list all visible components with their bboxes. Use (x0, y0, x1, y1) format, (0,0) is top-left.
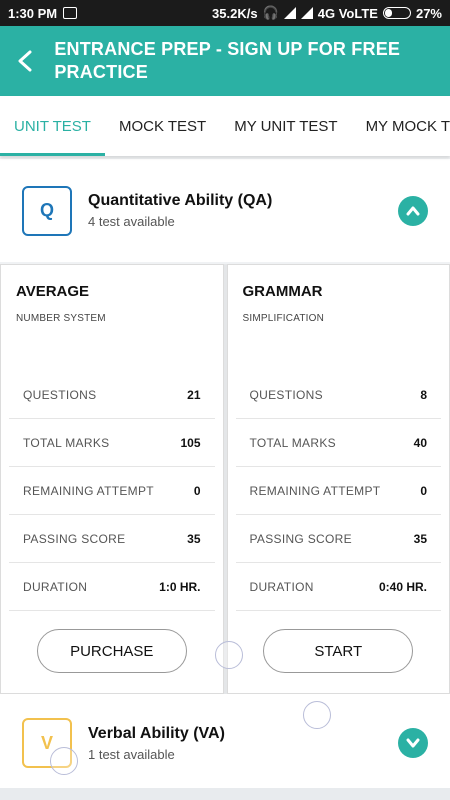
stat-value: 35 (413, 531, 427, 546)
stat-label: REMAINING ATTEMPT (23, 483, 154, 498)
stat-row: TOTAL MARKS 40 (235, 419, 441, 467)
page-title: ENTRANCE PREP - SIGN UP FOR FREE PRACTIC… (54, 39, 401, 82)
subject-badge: Q (22, 185, 72, 236)
app-bar: ENTRANCE PREP - SIGN UP FOR FREE PRACTIC… (0, 26, 450, 96)
stat-label: PASSING SCORE (23, 531, 126, 546)
signal-icon (283, 7, 296, 19)
status-network: 4G VoLTE (317, 5, 378, 21)
subject-header-va[interactable]: V Verbal Ability (VA) 1 test available (0, 694, 450, 792)
stat-value: 0 (193, 483, 201, 498)
chevron-up-icon (406, 206, 420, 215)
touch-indicator (215, 641, 243, 669)
stat-label: QUESTIONS (23, 387, 97, 402)
collapse-toggle[interactable] (398, 195, 428, 226)
tab-my-mock-test[interactable]: MY MOCK TEST (352, 96, 450, 156)
test-title: AVERAGE (16, 283, 90, 300)
cloud-notification-icon (63, 7, 78, 19)
tab-mock-test[interactable]: MOCK TEST (105, 96, 220, 156)
subject-name: Quantitative Ability (QA) (88, 192, 273, 209)
battery-icon (382, 7, 411, 19)
bottom-divider (0, 788, 450, 800)
stat-row: DURATION 0:40 HR. (235, 563, 441, 611)
touch-indicator (50, 747, 78, 775)
signal-icon-2 (300, 7, 313, 19)
start-button[interactable]: START (263, 629, 414, 673)
subject-test-count: 4 test available (88, 214, 175, 229)
stat-value: 105 (180, 435, 201, 450)
test-title: GRAMMAR (242, 283, 323, 300)
test-topic: NUMBER SYSTEM (16, 313, 106, 324)
touch-indicator (303, 701, 331, 729)
stat-row: TOTAL MARKS 105 (9, 419, 215, 467)
stat-label: REMAINING ATTEMPT (249, 483, 381, 498)
stat-value: 21 (187, 387, 201, 402)
stat-value: 1:0 HR. (159, 579, 201, 594)
stat-label: TOTAL MARKS (23, 435, 110, 450)
stat-row: DURATION 1:0 HR. (9, 563, 215, 611)
tab-label: MY UNIT TEST (234, 117, 338, 135)
expand-toggle[interactable] (398, 728, 428, 758)
stat-value: 8 (420, 387, 427, 402)
stat-row: PASSING SCORE 35 (235, 515, 441, 563)
test-card-grammar: GRAMMAR SIMPLIFICATION QUESTIONS 8 TOTAL … (226, 264, 450, 694)
stat-label: DURATION (23, 579, 88, 594)
tab-unit-test[interactable]: UNIT TEST (0, 96, 105, 156)
stat-row: QUESTIONS 21 (9, 371, 215, 419)
stat-row: REMAINING ATTEMPT 0 (235, 467, 441, 515)
test-topic: SIMPLIFICATION (242, 313, 325, 324)
subject-header-qa[interactable]: Q Quantitative Ability (QA) 4 test avail… (0, 159, 450, 262)
stat-value: 0 (420, 483, 427, 498)
tab-label: MY MOCK TEST (365, 117, 450, 135)
stat-value: 35 (187, 531, 201, 546)
subject-test-count: 1 test available (88, 746, 175, 762)
test-cards: AVERAGE NUMBER SYSTEM QUESTIONS 21 TOTAL … (0, 264, 450, 694)
status-battery: 27% (415, 5, 442, 21)
stat-label: PASSING SCORE (249, 531, 352, 546)
tab-bar: UNIT TEST MOCK TEST MY UNIT TEST MY MOCK… (0, 96, 450, 156)
stat-label: TOTAL MARKS (249, 435, 336, 450)
test-card-average: AVERAGE NUMBER SYSTEM QUESTIONS 21 TOTAL … (0, 264, 224, 694)
tab-label: MOCK TEST (118, 117, 207, 135)
chevron-down-icon (406, 738, 420, 748)
stat-row: REMAINING ATTEMPT 0 (9, 467, 215, 515)
status-bar: 1:30 PM 35.2K/s 🎧 4G VoLTE 27% (0, 0, 450, 26)
tab-label: UNIT TEST (14, 117, 91, 135)
stat-value: 40 (413, 435, 427, 450)
back-button[interactable] (14, 41, 36, 81)
status-time: 1:30 PM (8, 5, 58, 21)
tab-my-unit-test[interactable]: MY UNIT TEST (220, 96, 351, 156)
stat-label: QUESTIONS (249, 387, 323, 402)
status-speed: 35.2K/s (212, 5, 258, 21)
stat-row: PASSING SCORE 35 (9, 515, 215, 563)
purchase-button[interactable]: PURCHASE (36, 629, 187, 673)
subject-name: Verbal Ability (VA) (88, 724, 225, 742)
stat-label: DURATION (249, 579, 314, 594)
arrow-left-icon (18, 50, 32, 72)
headphones-icon: 🎧 (262, 5, 279, 20)
stat-row: QUESTIONS 8 (235, 371, 441, 419)
stat-value: 0:40 HR. (378, 579, 427, 594)
